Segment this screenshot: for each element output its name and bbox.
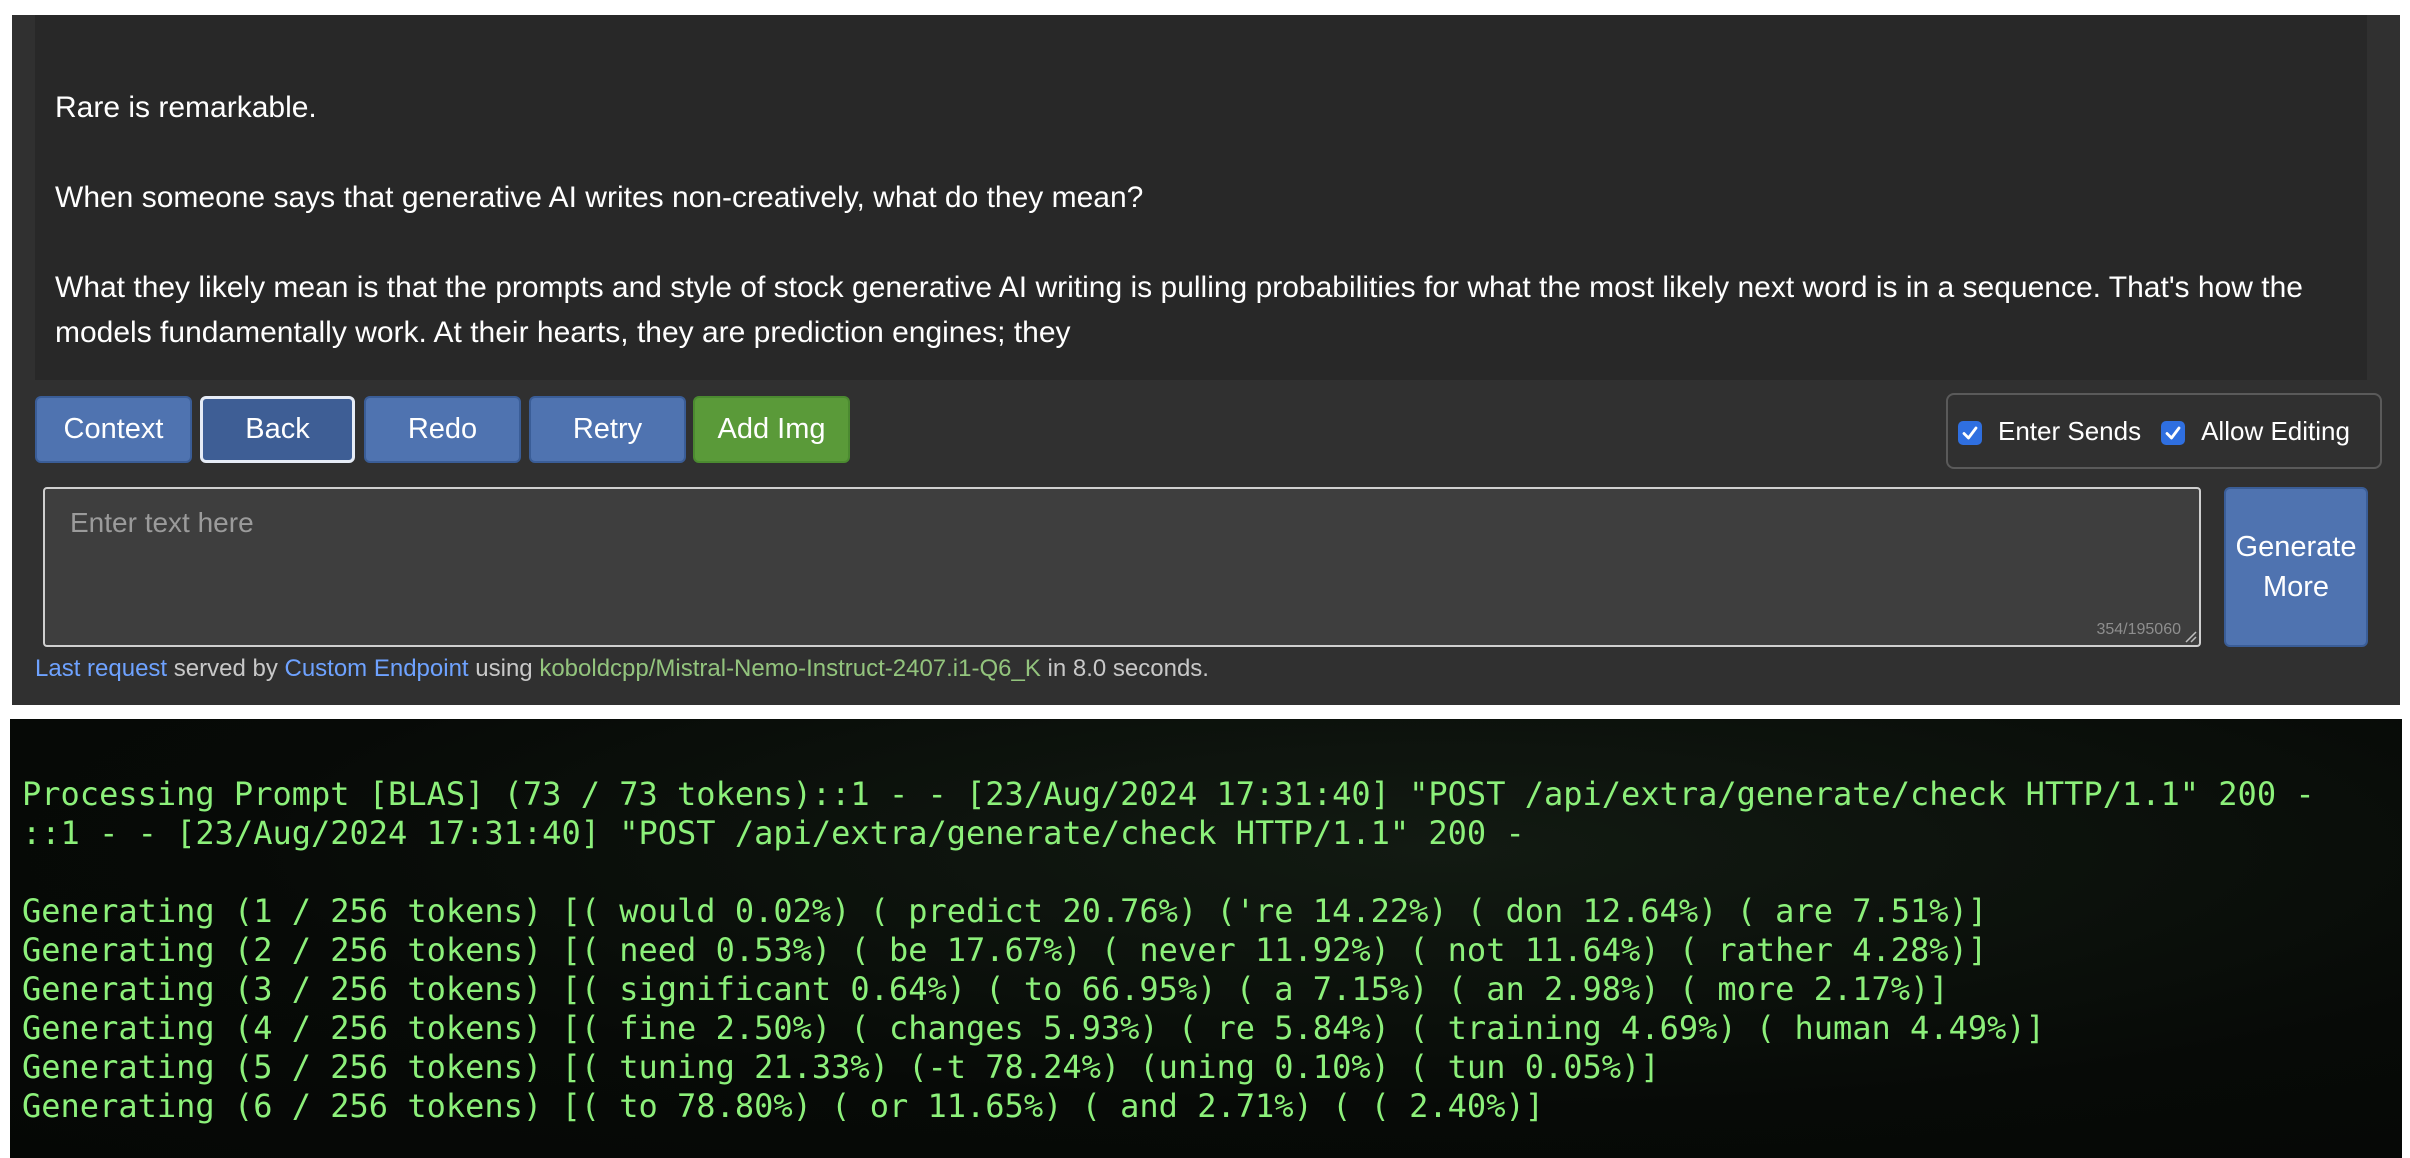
chat-app-panel: Rare is remarkable. When someone says th… <box>12 15 2400 705</box>
story-paragraph: When someone says that generative AI wri… <box>55 181 1144 214</box>
terminal-line: Generating (2 / 256 tokens) [( need 0.53… <box>22 931 1988 969</box>
prompt-input[interactable]: Enter text here 354/195060 <box>43 487 2201 647</box>
generate-more-label-line1: Generate <box>2235 531 2357 563</box>
endpoint-link[interactable]: Custom Endpoint <box>284 655 468 682</box>
enter-sends-checkbox[interactable] <box>1958 421 1982 445</box>
story-paragraph: What they likely mean is that the prompt… <box>55 271 2303 349</box>
terminal-line: ::1 - - [23/Aug/2024 17:31:40] "POST /ap… <box>22 814 1525 852</box>
resize-handle-icon[interactable] <box>2183 629 2197 643</box>
generate-more-label-line2: More <box>2262 571 2330 603</box>
story-paragraph: Rare is remarkable. <box>55 91 317 124</box>
char-counter: 354/195060 <box>2096 621 2181 638</box>
status-text: using <box>468 655 540 682</box>
story-output: Rare is remarkable. When someone says th… <box>35 15 2367 380</box>
generate-more-button[interactable]: Generate More <box>2224 487 2368 647</box>
redo-button[interactable]: Redo <box>364 396 521 463</box>
terminal-line: Generating (6 / 256 tokens) [( to 78.80%… <box>22 1087 1544 1125</box>
back-button[interactable]: Back <box>200 396 355 463</box>
add-img-button[interactable]: Add Img <box>693 396 850 463</box>
enter-sends-label: Enter Sends <box>1998 415 2142 446</box>
status-text: in 8.0 seconds. <box>1040 655 1209 682</box>
status-text: served by <box>167 655 285 682</box>
terminal-window: Processing Prompt [BLAS] (73 / 73 tokens… <box>10 719 2402 1158</box>
model-name: koboldcpp/Mistral-Nemo-Instruct-2407.i1-… <box>539 655 1041 682</box>
terminal-line: Generating (3 / 256 tokens) [( significa… <box>22 970 1949 1008</box>
terminal-line: Processing Prompt [BLAS] (73 / 73 tokens… <box>22 775 2315 813</box>
send-options: Enter Sends Allow Editing <box>1946 393 2382 469</box>
allow-editing-label: Allow Editing <box>2201 415 2350 446</box>
allow-editing-checkbox[interactable] <box>2161 421 2186 445</box>
request-status: Last request served by Custom Endpoint u… <box>35 655 1209 683</box>
terminal-line: Generating (5 / 256 tokens) [( tuning 21… <box>22 1048 1660 1086</box>
context-button[interactable]: Context <box>35 396 192 463</box>
prompt-placeholder: Enter text here <box>70 507 254 538</box>
terminal-output: Processing Prompt [BLAS] (73 / 73 tokens… <box>22 775 2315 1126</box>
last-request-link[interactable]: Last request <box>35 655 167 682</box>
retry-button[interactable]: Retry <box>529 396 686 463</box>
terminal-line: Generating (4 / 256 tokens) [( fine 2.50… <box>22 1009 2045 1047</box>
checkmark-icon <box>2165 426 2181 440</box>
terminal-line: Generating (1 / 256 tokens) [( would 0.0… <box>22 892 1988 930</box>
checkmark-icon <box>1962 426 1978 440</box>
